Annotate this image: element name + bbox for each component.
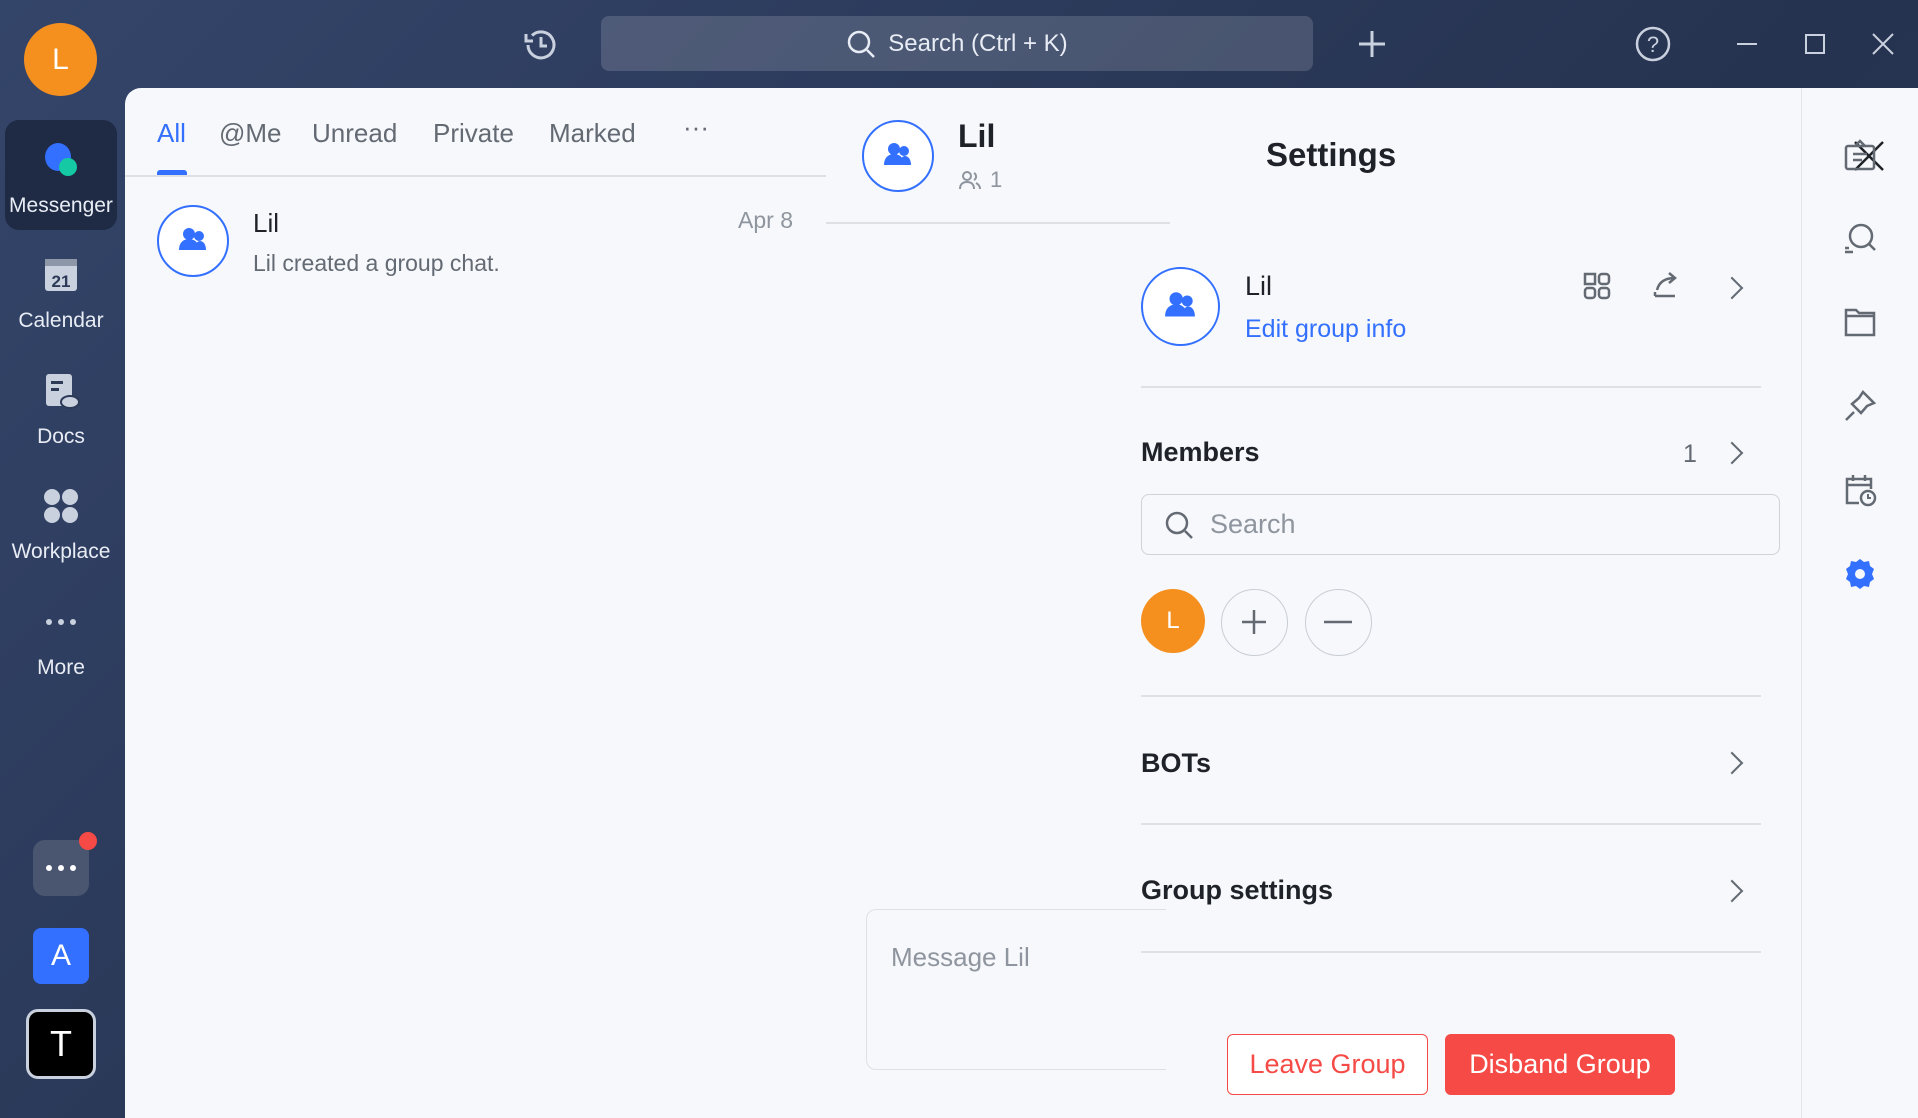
settings-group-name: Lil bbox=[1245, 271, 1273, 301]
group-settings-chevron-icon bbox=[1720, 879, 1744, 903]
main-panel: All @Me Unread Private Marked ··· Lil Li… bbox=[125, 88, 1918, 1118]
folder-icon[interactable] bbox=[1843, 305, 1877, 339]
app-a-button[interactable]: A bbox=[33, 928, 89, 984]
tab-more-button[interactable]: ··· bbox=[683, 112, 709, 143]
settings-divider bbox=[1141, 951, 1761, 953]
nav-workplace[interactable]: Workplace bbox=[5, 466, 117, 576]
more-icon bbox=[46, 619, 76, 625]
chat-header-members[interactable]: 1 bbox=[958, 167, 1002, 193]
tab-all[interactable]: All bbox=[157, 118, 186, 149]
settings-gear-icon[interactable] bbox=[1843, 557, 1877, 591]
bots-chevron-icon bbox=[1720, 751, 1744, 775]
tab-unread[interactable]: Unread bbox=[312, 118, 397, 149]
group-icon bbox=[1165, 292, 1195, 317]
more-dots-icon bbox=[46, 865, 76, 871]
user-avatar[interactable]: L bbox=[24, 23, 97, 96]
search-icon bbox=[848, 30, 876, 58]
close-window-icon[interactable] bbox=[1872, 33, 1894, 55]
settings-divider bbox=[1141, 695, 1761, 697]
minus-icon bbox=[1324, 620, 1352, 624]
calendar-icon: 21 bbox=[45, 259, 77, 291]
chat-name: Lil bbox=[253, 208, 280, 238]
plus-icon[interactable] bbox=[1357, 29, 1387, 59]
chat-date: Apr 8 bbox=[738, 207, 793, 233]
members-icon bbox=[959, 171, 981, 190]
nav-docs[interactable]: Docs bbox=[5, 351, 117, 461]
search-messages-icon[interactable] bbox=[1843, 222, 1877, 256]
global-search-placeholder: Search (Ctrl + K) bbox=[888, 29, 1068, 57]
docs-icon bbox=[46, 374, 80, 409]
group-settings-label: Group settings bbox=[1141, 875, 1334, 905]
pin-icon[interactable] bbox=[1843, 389, 1877, 423]
calendar-schedule-icon[interactable] bbox=[1843, 473, 1877, 507]
tab-at-me[interactable]: @Me bbox=[219, 118, 282, 149]
history-icon[interactable] bbox=[522, 26, 560, 64]
tabs-divider bbox=[125, 175, 826, 177]
announcement-icon[interactable] bbox=[1843, 138, 1877, 172]
svg-text:?: ? bbox=[1647, 32, 1659, 57]
leave-group-button[interactable]: Leave Group bbox=[1227, 1034, 1428, 1095]
chat-header-avatar[interactable] bbox=[862, 120, 934, 192]
qr-code-icon[interactable] bbox=[1583, 272, 1611, 300]
messenger-icon bbox=[45, 143, 77, 176]
global-search-bar[interactable]: Search (Ctrl + K) bbox=[601, 16, 1313, 71]
member-avatar[interactable]: L bbox=[1141, 589, 1205, 653]
nav-more[interactable]: More bbox=[5, 582, 117, 692]
settings-divider bbox=[1141, 823, 1761, 825]
notification-dot bbox=[79, 832, 97, 850]
nav-calendar[interactable]: 21 Calendar bbox=[5, 235, 117, 345]
add-member-button[interactable] bbox=[1221, 589, 1288, 656]
members-count: 1 bbox=[1683, 440, 1697, 468]
group-icon bbox=[884, 143, 911, 165]
settings-group-avatar[interactable] bbox=[1141, 267, 1220, 346]
minimize-icon[interactable] bbox=[1735, 32, 1759, 56]
chat-header-title: Lil bbox=[958, 118, 996, 154]
disband-group-button[interactable]: Disband Group bbox=[1445, 1034, 1675, 1095]
apps-menu-button[interactable] bbox=[33, 832, 97, 896]
tab-marked[interactable]: Marked bbox=[549, 118, 636, 149]
tab-private[interactable]: Private bbox=[433, 118, 514, 149]
message-placeholder: Message Lil bbox=[891, 942, 1030, 972]
bots-row[interactable]: BOTs bbox=[1141, 700, 1761, 820]
workplace-icon bbox=[44, 489, 78, 523]
group-avatar bbox=[157, 205, 229, 277]
settings-title: Settings bbox=[1266, 136, 1397, 173]
nav-messenger[interactable]: Messenger bbox=[5, 120, 117, 230]
members-label: Members bbox=[1141, 437, 1260, 467]
share-icon[interactable] bbox=[1651, 270, 1681, 300]
settings-divider bbox=[1141, 386, 1761, 388]
remove-member-button[interactable] bbox=[1305, 589, 1372, 656]
bots-label: BOTs bbox=[1141, 748, 1212, 778]
svg-text:21: 21 bbox=[52, 272, 71, 291]
chat-list-panel: All @Me Unread Private Marked ··· Lil Li… bbox=[125, 88, 826, 1118]
app-t-button[interactable]: T bbox=[26, 1009, 96, 1079]
group-settings-row[interactable]: Group settings bbox=[1141, 828, 1761, 948]
chat-list-item[interactable]: Lil Lil created a group chat. Apr 8 bbox=[125, 198, 826, 288]
member-search-input[interactable]: Search bbox=[1141, 494, 1780, 555]
maximize-icon[interactable] bbox=[1805, 34, 1825, 54]
message-input[interactable]: Message Lil bbox=[866, 909, 1166, 1070]
help-icon[interactable]: ? bbox=[1634, 25, 1672, 63]
edit-group-info-link[interactable]: Edit group info bbox=[1245, 315, 1406, 344]
chat-preview: Lil created a group chat. bbox=[253, 250, 500, 276]
search-icon bbox=[1165, 511, 1193, 539]
plus-icon bbox=[1242, 610, 1266, 634]
group-icon bbox=[179, 228, 206, 250]
